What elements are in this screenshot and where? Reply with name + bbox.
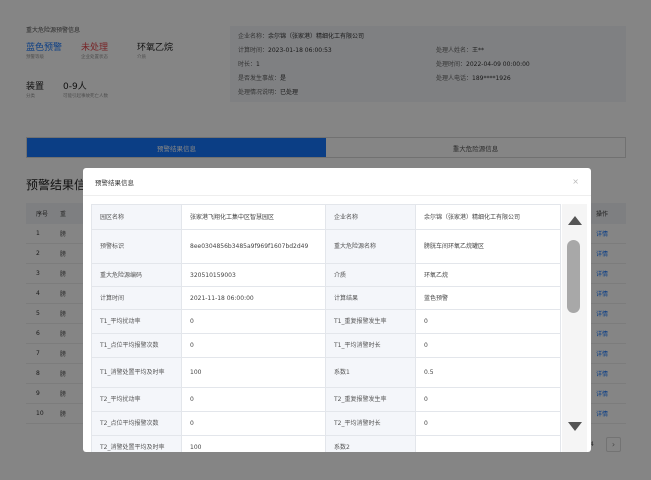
field-label: 园区名称: [91, 204, 182, 230]
scrollbar-thumb[interactable]: [567, 240, 580, 313]
field-value: 0: [181, 333, 326, 358]
field-value: 膀胱车间环氧乙烷罐区: [415, 229, 561, 264]
field-label: T2_重复报警发生率: [325, 387, 416, 412]
field-value: [415, 435, 561, 452]
field-label: 系数2: [325, 435, 416, 452]
field-label: 企业名称: [325, 204, 416, 230]
detail-row: T2_平均扰动率 0 T2_重复报警发生率 0: [91, 387, 561, 412]
field-label: 预警标识: [91, 229, 182, 264]
field-value: 0: [181, 309, 326, 334]
dialog-title: 预警结果信息: [83, 168, 591, 196]
field-label: 系数1: [325, 357, 416, 388]
field-value: 0: [415, 309, 561, 334]
field-label: T1_重复报警发生率: [325, 309, 416, 334]
field-value: 320510159003: [181, 263, 326, 287]
field-label: T1_平均扰动率: [91, 309, 182, 334]
field-value: 0: [415, 333, 561, 358]
detail-row: T1_点位平均报警次数 0 T1_平均消警时长 0: [91, 333, 561, 358]
field-label: 重大危险源编码: [91, 263, 182, 287]
field-value: 100: [181, 435, 326, 452]
field-value: 8ee0304856b3485a9f969f1607bd2d49: [181, 229, 326, 264]
field-label: 介质: [325, 263, 416, 287]
field-label: T2_消警处置平均及时率: [91, 435, 182, 452]
field-label: 重大危险源名称: [325, 229, 416, 264]
field-value: 张家港飞翔化工集中区智慧园区: [181, 204, 326, 230]
field-value: 0.5: [415, 357, 561, 388]
field-value: 100: [181, 357, 326, 388]
field-value: 0: [181, 387, 326, 412]
field-label: T1_平均消警时长: [325, 333, 416, 358]
scroll-up-icon[interactable]: [568, 216, 582, 225]
detail-row: 园区名称 张家港飞翔化工集中区智慧园区 企业名称 余尔锦（张家港）精细化工有限公司: [91, 204, 561, 230]
field-label: 计算时间: [91, 286, 182, 310]
detail-row: 预警标识 8ee0304856b3485a9f969f1607bd2d49 重大危险…: [91, 229, 561, 264]
field-value: 0: [415, 387, 561, 412]
detail-table-viewport[interactable]: 园区名称 张家港飞翔化工集中区智慧园区 企业名称 余尔锦（张家港）精细化工有限公司 预警…: [91, 204, 562, 452]
field-label: T2_点位平均报警次数: [91, 411, 182, 436]
scroll-down-icon[interactable]: [568, 422, 582, 431]
close-icon[interactable]: ×: [572, 177, 579, 186]
detail-table: 园区名称 张家港飞翔化工集中区智慧园区 企业名称 余尔锦（张家港）精细化工有限公司 预警…: [91, 204, 561, 452]
field-label: T2_平均扰动率: [91, 387, 182, 412]
detail-row: 计算时间 2021-11-18 06:00:00 计算结果 蓝色预警: [91, 286, 561, 310]
field-value: 余尔锦（张家港）精细化工有限公司: [415, 204, 561, 230]
field-label: T2_平均消警时长: [325, 411, 416, 436]
detail-row: T2_消警处置平均及时率 100 系数2: [91, 435, 561, 452]
field-value: 0: [181, 411, 326, 436]
detail-row: T2_点位平均报警次数 0 T2_平均消警时长 0: [91, 411, 561, 436]
field-value: 环氧乙烷: [415, 263, 561, 287]
field-label: T1_点位平均报警次数: [91, 333, 182, 358]
detail-row: T1_平均扰动率 0 T1_重复报警发生率 0: [91, 309, 561, 334]
field-value: 2021-11-18 06:00:00: [181, 286, 326, 310]
field-value: 蓝色预警: [415, 286, 561, 310]
detail-row: 重大危险源编码 320510159003 介质 环氧乙烷: [91, 263, 561, 287]
field-label: 计算结果: [325, 286, 416, 310]
field-value: 0: [415, 411, 561, 436]
warning-result-dialog: 预警结果信息 × 园区名称 张家港飞翔化工集中区智慧园区 企业名称 余尔锦（张家港）精…: [83, 168, 591, 452]
field-label: T1_消警处置平均及时率: [91, 357, 182, 388]
detail-row: T1_消警处置平均及时率 100 系数1 0.5: [91, 357, 561, 388]
